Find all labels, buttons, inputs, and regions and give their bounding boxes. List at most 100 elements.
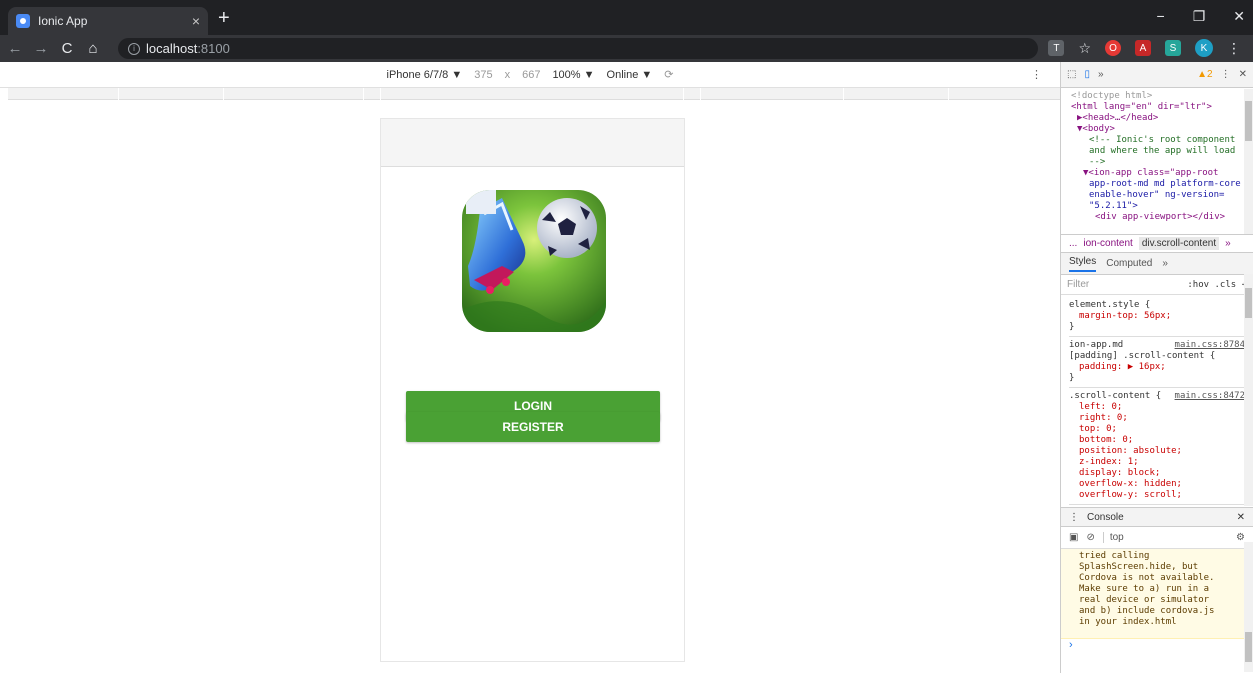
profile-avatar[interactable]: K <box>1195 39 1213 57</box>
css-prop[interactable]: display: block; <box>1069 468 1245 479</box>
extension-cs-icon[interactable]: S <box>1165 40 1181 56</box>
translate-icon[interactable]: T <box>1048 40 1065 56</box>
url-host: localhost <box>146 41 198 56</box>
clear-console-icon[interactable]: ⊘ <box>1086 532 1094 543</box>
warnings-badge[interactable]: ▲2 <box>1197 69 1212 80</box>
context-select[interactable]: top <box>1102 532 1124 543</box>
console-toolbar: ▣ ⊘ top ⚙ <box>1061 527 1253 549</box>
extension-red-icon[interactable]: O <box>1105 40 1121 56</box>
emulated-phone-viewport: LOGIN REGISTER <box>380 118 685 662</box>
viewport-width[interactable]: 375 <box>474 69 492 81</box>
css-rule: main.css:8472 .scroll-content { left: 0;… <box>1069 388 1245 505</box>
elements-tree[interactable]: <!doctype html> <html lang="en" dir="ltr… <box>1061 88 1253 235</box>
dom-attr: "5.2.11"> <box>1089 201 1138 211</box>
console-line: and b) include cordova.js <box>1079 606 1215 616</box>
site-info-icon[interactable]: i <box>128 42 140 55</box>
more-tabs-icon[interactable]: » <box>1162 258 1168 269</box>
register-button[interactable]: REGISTER <box>406 412 660 442</box>
breadcrumb-item[interactable]: ... <box>1069 238 1077 249</box>
filter-input[interactable]: Filter <box>1067 279 1089 290</box>
tab-close-icon[interactable]: × <box>192 13 200 29</box>
dom-comment: <!-- Ionic's root component <box>1089 135 1236 145</box>
media-query-ruler <box>8 88 1060 100</box>
dom-node[interactable]: ▶<head>…</head> <box>1071 113 1241 124</box>
css-prop[interactable]: overflow-x: hidden; <box>1069 479 1245 490</box>
devtools-menu-icon[interactable]: ⋮ <box>1221 69 1231 80</box>
console-tab[interactable]: Console <box>1087 512 1124 523</box>
zoom-select[interactable]: 100% ▼ <box>552 69 594 81</box>
dom-node[interactable]: ▼<ion-app class="app-root <box>1071 168 1241 179</box>
css-prop[interactable]: z-index: 1; <box>1069 457 1245 468</box>
browser-toolbar: ← → C ⌂ i localhost:8100 T ☆ O A S K ⋮ <box>0 35 1253 62</box>
css-prop[interactable]: margin-top: 56px; <box>1069 311 1245 322</box>
ionic-favicon-icon <box>16 14 30 28</box>
new-tab-button[interactable]: + <box>218 8 230 28</box>
toggle-device-icon[interactable]: ▯ <box>1084 69 1090 80</box>
console-line: Make sure to a) run in a <box>1079 584 1210 594</box>
css-source-link[interactable]: main.css:8784 <box>1175 340 1245 351</box>
bookmark-star-icon[interactable]: ☆ <box>1078 40 1091 57</box>
dom-attr: app-root-md md platform-core <box>1089 179 1241 189</box>
console-scrollbar[interactable] <box>1244 542 1253 672</box>
browser-tab[interactable]: Ionic App × <box>8 7 208 35</box>
css-prop[interactable]: right: 0; <box>1069 413 1245 424</box>
dom-node[interactable]: <!doctype html> <box>1071 91 1241 102</box>
minimize-icon[interactable]: − <box>1157 8 1165 25</box>
styles-tabs: Styles Computed » <box>1061 253 1253 275</box>
home-icon[interactable]: ⌂ <box>82 40 104 57</box>
device-select[interactable]: iPhone 6/7/8 ▼ <box>387 69 463 81</box>
console-close-icon[interactable]: ✕ <box>1237 512 1245 523</box>
breadcrumb: ... ion-content div.scroll-content » <box>1061 235 1253 253</box>
styles-filter[interactable]: Filter :hov .cls + <box>1061 275 1253 295</box>
more-panels-icon[interactable]: » <box>1098 69 1104 80</box>
css-source-link[interactable]: main.css:8472 <box>1175 391 1245 402</box>
tab-computed[interactable]: Computed <box>1106 258 1152 269</box>
back-arrow-icon[interactable]: ← <box>4 40 26 57</box>
tab-styles[interactable]: Styles <box>1069 256 1097 272</box>
css-prop[interactable]: top: 0; <box>1069 424 1245 435</box>
viewport-height[interactable]: 667 <box>522 69 540 81</box>
console-prompt[interactable]: › <box>1061 639 1253 651</box>
device-menu-icon[interactable]: ⋮ <box>1031 68 1042 81</box>
css-prop[interactable]: bottom: 0; <box>1069 435 1245 446</box>
rotate-icon[interactable]: ⟳ <box>664 68 673 81</box>
dom-attr: enable-hover" ng-version= <box>1089 190 1225 200</box>
styles-scrollbar[interactable] <box>1244 274 1253 506</box>
dom-node[interactable]: <div app-viewport></div> <box>1071 212 1241 223</box>
sidebar-toggle-icon[interactable]: ▣ <box>1069 532 1078 543</box>
css-prop[interactable]: left: 0; <box>1069 402 1245 413</box>
tab-title: Ionic App <box>38 14 88 28</box>
console-line: tried calling <box>1079 551 1150 561</box>
address-bar[interactable]: i localhost:8100 <box>118 38 1038 59</box>
restore-icon[interactable]: ❐ <box>1193 8 1206 25</box>
dom-comment: --> <box>1089 157 1106 167</box>
css-selector: element.style { <box>1069 300 1151 310</box>
dom-node[interactable]: <html lang="en" dir="ltr"> <box>1071 102 1241 113</box>
browser-menu-icon[interactable]: ⋮ <box>1227 40 1241 57</box>
console-line: Cordova is not available. <box>1079 573 1215 583</box>
css-prop[interactable]: position: absolute; <box>1069 446 1245 457</box>
filter-options[interactable]: :hov .cls + <box>1187 280 1247 290</box>
dimension-times: x <box>504 68 511 81</box>
dom-node[interactable]: ▼<body> <box>1071 124 1241 135</box>
app-header <box>381 119 684 167</box>
devtools-close-icon[interactable]: ✕ <box>1239 69 1247 80</box>
window-close-icon[interactable]: ✕ <box>1233 8 1245 25</box>
breadcrumb-item[interactable]: div.scroll-content <box>1138 237 1220 250</box>
football-app-logo <box>462 190 606 332</box>
url-port: :8100 <box>197 41 230 56</box>
dom-comment: and where the app will load <box>1089 146 1236 156</box>
breadcrumb-item[interactable]: » <box>1225 238 1231 249</box>
forward-arrow-icon[interactable]: → <box>30 40 52 57</box>
console-warning-message: tried calling SplashScreen.hide, but Cor… <box>1061 549 1253 639</box>
css-prop[interactable]: overflow-y: scroll; <box>1069 490 1245 501</box>
device-toolbar: iPhone 6/7/8 ▼ 375 x 667 100% ▼ Online ▼… <box>0 62 1060 88</box>
reload-icon[interactable]: C <box>56 40 78 57</box>
extension-pdf-icon[interactable]: A <box>1135 40 1151 56</box>
drawer-menu-icon[interactable]: ⋮ <box>1069 512 1079 523</box>
breadcrumb-item[interactable]: ion-content <box>1083 238 1132 249</box>
elements-scrollbar[interactable] <box>1244 89 1253 234</box>
css-prop[interactable]: padding: ▶ 16px; <box>1069 362 1245 373</box>
network-select[interactable]: Online ▼ <box>607 69 653 81</box>
inspect-element-icon[interactable]: ⬚ <box>1067 69 1076 80</box>
